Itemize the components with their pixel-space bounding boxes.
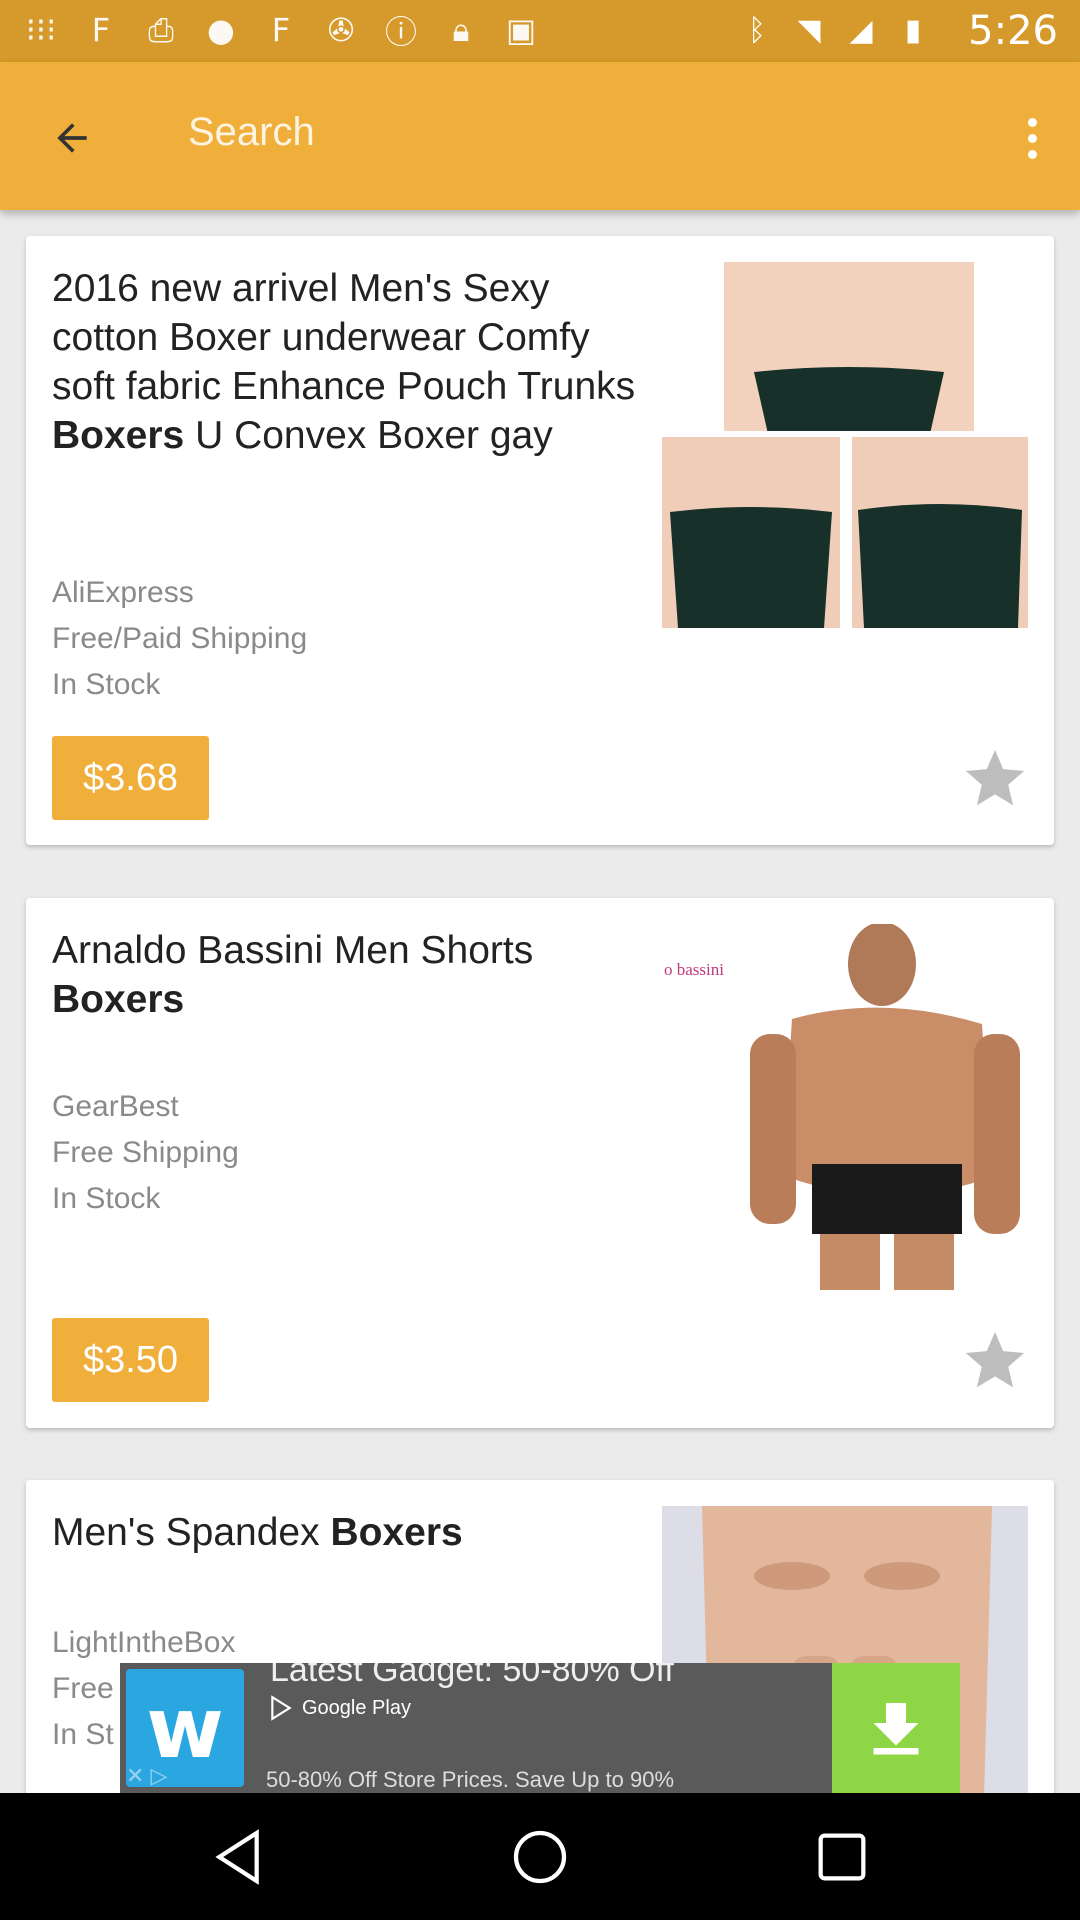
google-play-badge: Google Play xyxy=(268,1695,411,1721)
shipping-info: Free/Paid Shipping xyxy=(52,622,308,655)
ad-close-icon[interactable]: ✕ ▷ xyxy=(126,1763,167,1789)
overflow-menu-button[interactable] xyxy=(1004,102,1060,174)
system-nav-bar xyxy=(0,1793,1080,1920)
notification-icons: ⁝⁝⁝ F ⎙ ● F ✇ ⓘ 🔒︎ ▣ xyxy=(22,10,540,52)
dot-icon xyxy=(1027,117,1037,127)
product-title: 2016 new arrivel Men's Sexy cotton Boxer… xyxy=(52,267,636,457)
highlighted-keyword: Boxers xyxy=(52,414,185,457)
circle-icon: ● xyxy=(207,11,235,49)
stock-status: In Stock xyxy=(52,668,161,701)
store-name: LightIntheBox xyxy=(52,1626,236,1659)
nav-back-icon[interactable] xyxy=(206,1825,270,1889)
image-brand-label: o bassini xyxy=(664,960,724,979)
highlighted-keyword: Boxers xyxy=(52,978,185,1021)
product-card[interactable]: 2016 new arrivel Men's Sexy cotton Boxer… xyxy=(26,236,1054,845)
dot-icon xyxy=(1027,149,1037,159)
ad-subtext: 50-80% Off Store Prices. Save Up to 90% xyxy=(266,1767,675,1792)
download-button[interactable] xyxy=(832,1663,960,1793)
signal-icon: ◢ xyxy=(849,12,873,48)
android-icon: ▣ xyxy=(505,11,537,49)
store-name: AliExpress xyxy=(52,576,194,609)
notification-icon: ⁝⁝⁝ xyxy=(25,11,57,49)
arrow-left-icon xyxy=(57,123,87,153)
play-store-icon xyxy=(271,1695,292,1721)
nav-recents-icon[interactable] xyxy=(810,1825,874,1889)
product-meta: AliExpress Free/Paid Shipping In Stock xyxy=(52,570,552,708)
stock-status: In Stock xyxy=(52,1182,161,1215)
ad-banner[interactable]: w Latest Gadget: 50-80% Off Google Play … xyxy=(120,1663,960,1793)
satellite-icon: ✇ xyxy=(327,11,355,49)
dot-icon xyxy=(1027,133,1037,143)
product-title: Arnaldo Bassini Men Shorts Boxers xyxy=(52,929,534,1021)
battery-icon: ▮ xyxy=(904,12,922,48)
favorite-star-icon[interactable] xyxy=(960,1326,1030,1396)
product-image[interactable] xyxy=(662,262,1028,628)
download-arrow-icon xyxy=(873,1703,919,1755)
price-button[interactable]: $3.50 xyxy=(52,1318,209,1402)
back-button[interactable] xyxy=(36,102,108,174)
product-photo xyxy=(662,262,1028,628)
google-play-label: Google Play xyxy=(302,1696,411,1719)
ad-headline: Latest Gadget: 50-80% Off xyxy=(270,1663,674,1689)
fax-icon: ⎙ xyxy=(148,10,174,49)
product-meta: GearBest Free Shipping In Stock xyxy=(52,1084,552,1222)
wifi-icon: ◥ xyxy=(797,12,821,48)
lock-icon: 🔒︎ xyxy=(452,10,470,49)
clock: 5:26 xyxy=(968,8,1058,54)
alert-icon: ⓘ xyxy=(384,13,417,51)
product-title: Men's Spandex Boxers xyxy=(52,1511,463,1554)
system-icons: ᛒ ◥ ◢ ▮ xyxy=(740,10,930,50)
favorite-star-icon[interactable] xyxy=(960,744,1030,814)
product-image[interactable]: o bassini xyxy=(662,924,1028,1290)
shipping-info: Free Shipping xyxy=(52,1136,239,1169)
product-card[interactable]: Arnaldo Bassini Men Shorts Boxers GearBe… xyxy=(26,898,1054,1428)
fabric-icon: F xyxy=(91,11,111,49)
price-button[interactable]: $3.68 xyxy=(52,736,209,820)
nav-home-icon[interactable] xyxy=(508,1825,572,1889)
search-field[interactable]: Search xyxy=(188,110,315,155)
store-name: GearBest xyxy=(52,1090,179,1123)
status-bar: ⁝⁝⁝ F ⎙ ● F ✇ ⓘ 🔒︎ ▣ ᛒ ◥ ◢ ▮ 5:26 xyxy=(0,0,1080,62)
fabric-icon: F xyxy=(271,11,291,49)
bluetooth-icon: ᛒ xyxy=(748,12,766,48)
highlighted-keyword: Boxers xyxy=(330,1511,463,1554)
app-toolbar: Search xyxy=(0,62,1080,210)
